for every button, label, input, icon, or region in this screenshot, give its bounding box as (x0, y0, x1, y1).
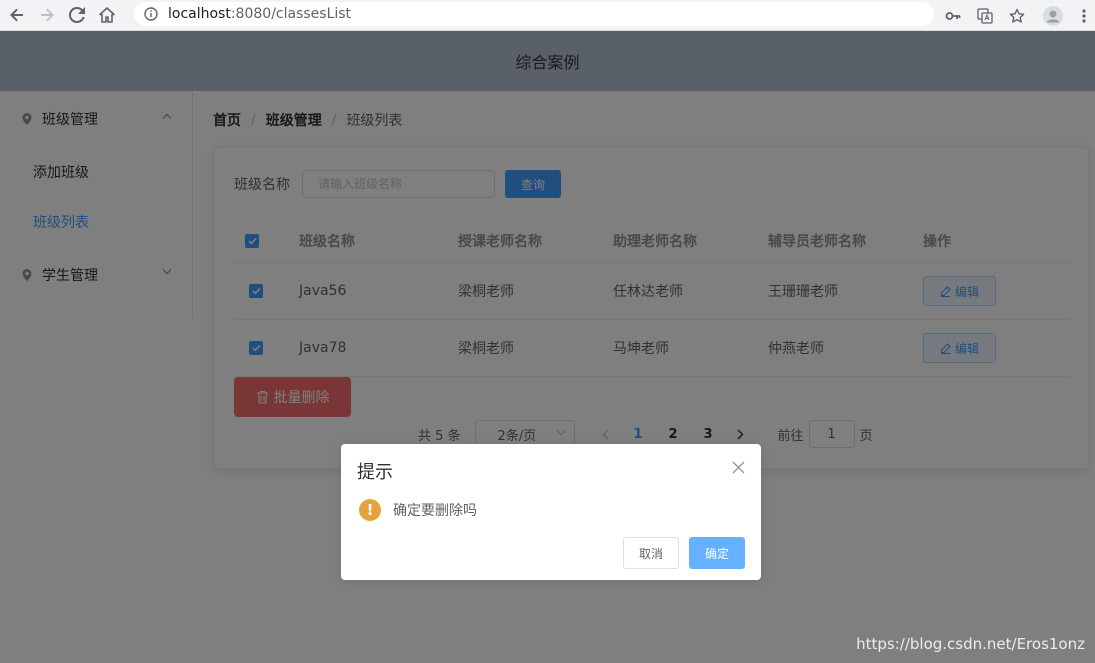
confirm-dialog: 提示 ! 确定要删除吗 取消 确定 (341, 444, 761, 580)
dialog-title: 提示 (357, 462, 393, 483)
warning-icon: ! (359, 499, 381, 521)
cancel-button[interactable]: 取消 (623, 537, 679, 569)
dialog-message-row: ! 确定要删除吗 (359, 499, 477, 521)
address-bar[interactable]: localhost:8080/classesList (134, 2, 934, 26)
translate-icon[interactable] (969, 3, 1001, 29)
info-icon[interactable] (144, 7, 158, 21)
dialog-buttons: 取消 确定 (623, 537, 745, 569)
profile-avatar-icon[interactable] (1033, 3, 1073, 29)
key-icon[interactable] (937, 3, 969, 29)
confirm-button[interactable]: 确定 (689, 537, 745, 569)
url-path: :8080/classesList (230, 6, 352, 22)
close-icon[interactable] (732, 461, 745, 474)
reload-icon[interactable] (64, 2, 90, 28)
bookmark-star-icon[interactable] (1001, 3, 1033, 29)
browser-toolbar: localhost:8080/classesList (0, 0, 1095, 31)
more-menu-icon[interactable] (1073, 3, 1095, 29)
watermark-text: https://blog.csdn.net/Eros1onz (856, 635, 1085, 653)
dialog-message: 确定要删除吗 (393, 503, 477, 519)
home-icon[interactable] (94, 2, 120, 28)
url-host: localhost (168, 6, 231, 22)
forward-icon[interactable] (34, 2, 60, 28)
back-icon[interactable] (4, 2, 30, 28)
